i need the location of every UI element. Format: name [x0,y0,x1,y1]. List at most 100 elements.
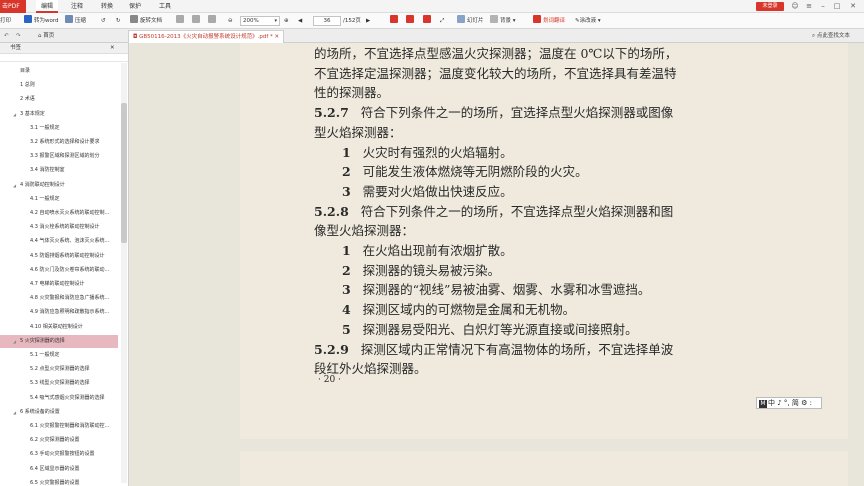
bookmark-item[interactable]: 6.2 火灾探测器的设置 [0,434,118,447]
bookmark-item[interactable]: 4.10 相关联动控制设计 [0,321,118,334]
translate-button[interactable]: 划词翻译 [533,15,565,27]
to-word-button[interactable]: 转为word [24,15,59,27]
login-button[interactable]: 未登录 [756,2,784,11]
bookmark-label: 5.1 一般规定 [30,352,60,358]
ime-toolbar[interactable]: M中 ♪ °, 简 ⚙ : [756,397,822,409]
bookmark-label: 4.10 相关联动控制设计 [30,323,83,330]
bookmark-item[interactable]: 4.5 防烟排烟系统的联动控制设计 [0,250,118,263]
bookmark-item[interactable]: 5.4 吸气式感烟火灾探测器的选择 [0,392,118,405]
undo-button[interactable]: ↺ [101,15,106,27]
list-item: 5 探测器易受阳光、白炽灯等光源直接或间接照射。 [342,320,638,340]
bookmark-item[interactable]: 1 总则 [0,79,118,92]
next-page-button[interactable]: ▶ [366,15,370,27]
list-item: 1 在火焰出现前有浓烟扩散。 [342,241,513,261]
fullscreen-button[interactable]: ⤢ [440,15,444,27]
correction-button[interactable]: ✎涂改液 ▾ [575,15,601,27]
single-page-icon [390,15,398,23]
compress-button[interactable]: 压缩 [65,15,86,27]
menu-protect[interactable]: 保护 [124,0,146,13]
close-tab-icon[interactable]: ✕ [273,34,280,40]
bookmark-label: 4 消防联动控制设计 [20,181,65,188]
close-icon[interactable]: ✕ [848,1,858,11]
bookmark-item[interactable]: 6.4 区域显示器的设置 [0,463,118,476]
bookmark-item[interactable]: 4.2 自动喷水灭火系统的联动控制... [0,207,118,220]
fit-page-tool[interactable] [192,15,202,27]
select-tool[interactable] [176,15,186,27]
redo-button[interactable]: ↻ [116,15,121,27]
bookmark-label: 5.4 吸气式感烟火灾探测器的选择 [30,394,105,401]
menu-icon[interactable]: ≡ [804,1,814,11]
expand-arrow-icon[interactable]: ◢ [13,179,16,192]
tab-document[interactable]: ◘ GB50116-2013《火灾自动报警系统设计规范》.pdf * ✕ [128,30,285,43]
bookmark-item[interactable]: ◢ 5 火灾探测器的选择 [0,334,118,348]
line-text: 探测区域内的可燃物是金属和无机物。 [362,302,576,318]
sidebar-scroll-thumb[interactable] [121,103,127,243]
forward-icon[interactable]: ↷ [12,30,25,43]
bookmark-item[interactable]: 4.9 消防应急照明和疏散指示系统... [0,306,118,319]
bookmark-label: 4.1 一般规定 [30,195,60,202]
bookmark-item[interactable]: 3.3 报警区域和探测区域的划分 [0,150,118,163]
bookmark-item[interactable]: ◢ 4 消防联动控制设计 [0,179,118,192]
page-number-input[interactable]: 36 [313,16,341,26]
bookmark-item[interactable]: 6.1 火灾报警控制器和消防联动控... [0,420,118,433]
tab-document-label: GB50116-2013《火灾自动报警系统设计规范》.pdf * [139,34,273,40]
double-page-view[interactable] [406,15,416,27]
app-name[interactable]: 击PDF [0,0,26,13]
expand-arrow-icon[interactable]: ◢ [13,108,16,121]
bookmark-item[interactable]: 6.3 手动火灾报警按钮的设置 [0,448,118,461]
word-icon [24,15,32,23]
bookmark-item[interactable]: ◢ 3 基本规定 [0,108,118,121]
bookmark-label: 5.2 点型火灾探测器的选择 [30,366,90,373]
bookmark-item[interactable]: 4.6 防火门及防火卷帘系统的联动... [0,264,118,277]
bookmark-label: 6.3 手动火灾报警按钮的设置 [30,451,95,458]
fit-width-tool[interactable] [208,15,218,27]
menu-annotate[interactable]: 注释 [66,0,88,13]
rotate-button[interactable]: 旋转文档 [130,15,162,27]
bookmark-item[interactable]: 4.4 气体灭火系统、泡沫灭火系统... [0,235,118,248]
rotate-label: 旋转文档 [140,18,163,24]
menu-edit[interactable]: 编辑 [36,0,59,13]
bookmark-item[interactable]: 3.4 消防控制室 [0,164,118,177]
maximize-icon[interactable]: □ [832,1,842,11]
prev-page-button[interactable]: ◀ [298,15,302,27]
bookmark-item[interactable]: 6.5 火灾警报器的设置 [0,477,118,486]
expand-arrow-icon[interactable]: ◢ [13,406,16,419]
slideshow-label: 幻灯片 [467,18,484,24]
bookmark-item[interactable]: 4.8 火灾警报和消防应急广播系统... [0,292,118,305]
menu-convert[interactable]: 转换 [96,0,118,13]
zoom-out-button[interactable]: ⊖ [228,15,233,27]
bookmark-item[interactable]: ◢ 6 系统设备的设置 [0,406,118,419]
print-button[interactable]: 打印 [0,15,11,27]
close-sidebar-icon[interactable]: ✕ [110,43,115,54]
continuous-view[interactable] [423,15,433,27]
zoom-in-button[interactable]: ⊕ [284,15,289,27]
bookmark-label: 3.2 系统形式的选择和设计要求 [30,139,100,145]
minimize-icon[interactable]: – [818,1,828,11]
bookmark-item[interactable]: 3.1 一般规定 [0,122,118,135]
bookmark-item[interactable]: 4.7 电梯的联动控制设计 [0,278,118,291]
back-icon[interactable]: ↶ [0,30,13,43]
bookmark-item[interactable]: 3.2 系统形式的选择和设计要求 [0,136,118,149]
line-text: 在火焰出现前有浓烟扩散。 [362,243,513,258]
skin-icon[interactable]: ☺ [790,1,800,11]
bookmark-item[interactable]: 2 术语 [0,93,118,106]
find-text-button[interactable]: ⌕ 点此查找文本 [812,30,850,43]
bookmark-item[interactable]: 5.1 一般规定 [0,349,118,362]
list-item: 1 火灾时有强烈的火焰辐射。 [342,143,513,163]
line-text: 探测器易受阳光、白炽灯等光源直接或间接照射。 [362,321,638,337]
background-button[interactable]: 背景 ▾ [490,15,516,27]
bookmark-item[interactable]: 4.3 消火栓系统的联动控制设计 [0,221,118,234]
line-text: 需要对火焰做出快速反应。 [362,183,513,199]
text-line: 像型火焰探测器： [314,221,414,241]
document-viewer[interactable]: 的场所，不宜选择点型感温火灾探测器；温度在 0℃以下的场所， 不宜选择定温探测器；… [130,43,864,486]
single-page-view[interactable] [390,15,400,27]
menu-tools[interactable]: 工具 [154,0,176,13]
bookmark-item[interactable]: 目录 [0,65,118,78]
expand-arrow-icon[interactable]: ◢ [13,335,16,348]
bookmark-item[interactable]: 5.2 点型火灾探测器的选择 [0,363,118,376]
slideshow-button[interactable]: 幻灯片 [457,15,484,27]
bookmark-item[interactable]: 4.1 一般规定 [0,193,118,206]
bookmark-item[interactable]: 5.3 线型火灾探测器的选择 [0,377,118,390]
tab-home[interactable]: ⌂ 首页 [34,30,58,43]
zoom-select[interactable]: 200% [240,16,280,26]
